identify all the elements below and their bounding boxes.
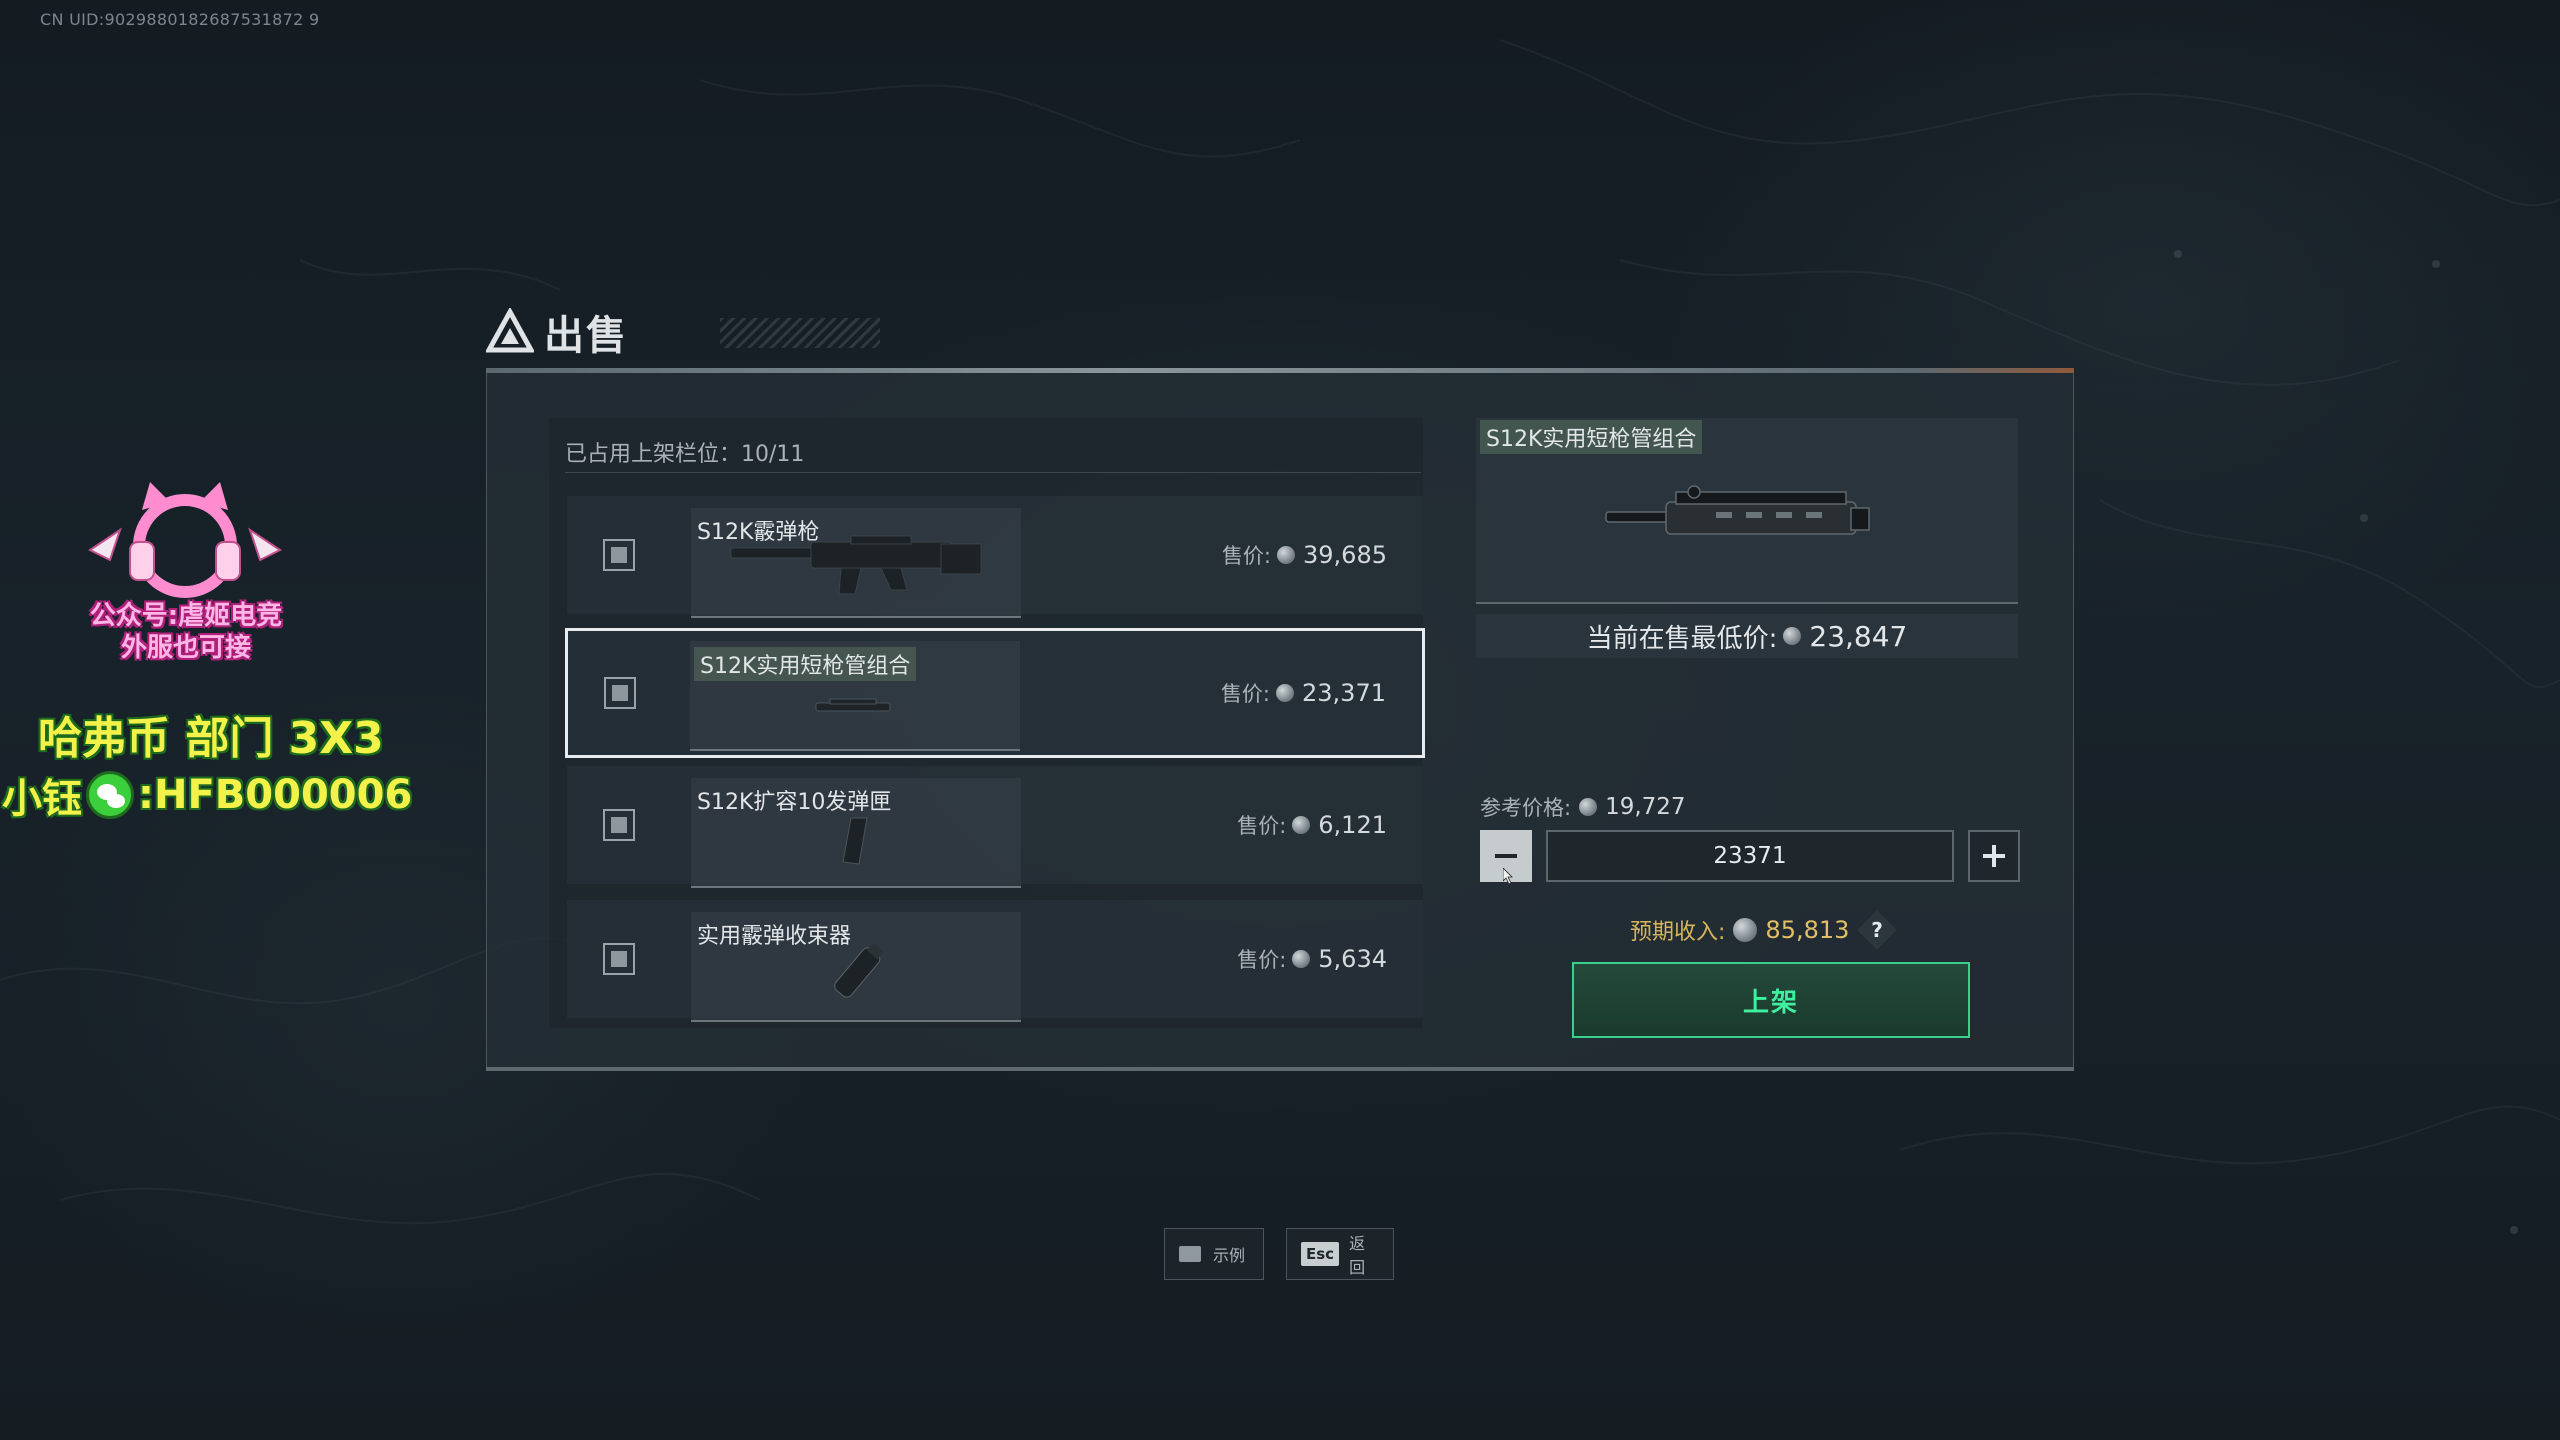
coin-icon (1783, 627, 1802, 645)
hint-label: 返回 (1349, 1234, 1366, 1277)
item-thumbnail: S12K扩容10发弹匣 (691, 778, 1021, 888)
dialog-title: 出售 (486, 304, 628, 360)
item-price: 售价: 39,685 (1222, 540, 1387, 570)
reference-price-value: 19,727 (1605, 794, 1686, 820)
esc-key-icon: Esc (1301, 1242, 1340, 1266)
wechat-icon (86, 771, 134, 819)
item-row[interactable]: 实用霰弹收束器 售价: 5,634 (567, 900, 1423, 1022)
price-value: 39,685 (1303, 541, 1387, 569)
example-hint-button[interactable]: 示例 (1164, 1228, 1264, 1280)
book-icon (1179, 1246, 1201, 1262)
price-value: 23,371 (1302, 679, 1386, 707)
item-thumbnail: 实用霰弹收束器 (691, 912, 1021, 1022)
mouse-cursor-icon (1503, 868, 1513, 884)
coin-icon (1579, 798, 1598, 816)
lowest-price-row: 当前在售最低价: 23,847 (1476, 614, 2018, 658)
overlay-name: 小钰 (2, 776, 82, 822)
coin-icon (1292, 950, 1311, 968)
item-thumbnail: S12K霰弹枪 (691, 508, 1021, 618)
title-decoration (720, 318, 880, 348)
overlay-ad-line-1: 哈弗币 部门 3X3 (38, 713, 384, 764)
item-name: S12K霰弹枪 (697, 520, 820, 545)
item-name: S12K实用短枪管组合 (694, 647, 917, 681)
lowest-price-value: 23,847 (1809, 619, 1908, 653)
item-price: 售价: 6,121 (1237, 810, 1387, 840)
price-value: 5,634 (1318, 945, 1387, 973)
coin-icon (1276, 684, 1295, 702)
selected-item-name: S12K实用短枪管组合 (1480, 420, 1703, 454)
back-hint-button[interactable]: Esc 返回 (1286, 1228, 1394, 1280)
item-price: 售价: 23,371 (1221, 678, 1386, 708)
price-label: 售价: (1220, 682, 1271, 706)
price-label: 售价: (1221, 544, 1272, 568)
user-id-label: CN UID:9029880182687531872 9 (40, 10, 320, 29)
item-checkbox[interactable] (604, 677, 636, 709)
item-name: S12K扩容10发弹匣 (697, 790, 892, 815)
item-checkbox[interactable] (603, 539, 635, 571)
panel-bottom-border (486, 1067, 2074, 1071)
price-label: 售价: (1237, 814, 1287, 838)
increase-button[interactable] (1968, 830, 2020, 882)
promo-line-1: 公众号:虐姬电竞 (89, 601, 283, 631)
help-glyph: ? (1871, 918, 1884, 942)
item-name: 实用霰弹收束器 (697, 924, 852, 949)
expected-income-value: 85,813 (1765, 916, 1850, 944)
price-input[interactable]: 23371 (1546, 830, 1954, 882)
help-icon[interactable]: ? (1857, 910, 1898, 950)
overlay-contact: :HFB000006 (138, 772, 413, 818)
item-price: 售价: 5,634 (1237, 944, 1387, 974)
reference-price-row: 参考价格: 19,727 (1480, 792, 1686, 822)
coin-icon (1292, 816, 1311, 834)
promo-logo-text: 公众号:虐姬电竞 外服也可接 (46, 600, 326, 664)
hint-label: 示例 (1213, 1246, 1246, 1265)
item-checkbox[interactable] (603, 809, 635, 841)
expected-income-row: 预期收入: 85,813 ? (1630, 910, 1898, 950)
coin-icon (1277, 546, 1296, 564)
list-divider (565, 472, 1421, 473)
cat-headphone-logo-icon (88, 482, 282, 598)
overlay-ad-line-2: 小钰 :HFB000006 (2, 766, 412, 824)
expected-income-label: 预期收入: (1630, 920, 1726, 945)
price-value: 6,121 (1318, 811, 1387, 839)
item-row[interactable]: S12K霰弹枪 售价: 39,685 (567, 496, 1423, 618)
reference-price-label: 参考价格: (1480, 796, 1572, 820)
item-row[interactable]: S12K扩容10发弹匣 售价: 6,121 (567, 766, 1423, 888)
item-row-selected[interactable]: S12K实用短枪管组合 售价: 23,371 (565, 628, 1425, 758)
faction-logo-icon (486, 308, 534, 353)
price-label: 售价: (1237, 948, 1287, 972)
lowest-price-label: 当前在售最低价: (1586, 623, 1778, 654)
item-thumbnail: S12K实用短枪管组合 (690, 641, 1020, 751)
list-item-button[interactable]: 上架 (1572, 962, 1970, 1038)
occupied-slots-label: 已占用上架栏位：10/11 (565, 442, 805, 467)
item-checkbox[interactable] (603, 943, 635, 975)
coin-icon (1733, 918, 1758, 942)
title-text: 出售 (544, 313, 628, 359)
promo-line-2: 外服也可接 (120, 633, 251, 663)
